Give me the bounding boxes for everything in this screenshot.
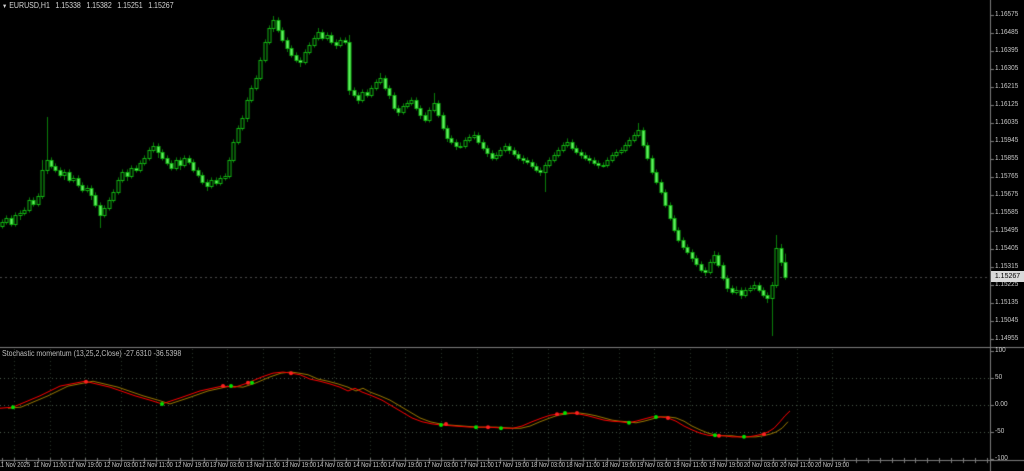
time-axis-label: 19 Nov 03:00 <box>637 462 672 469</box>
symbol-timeframe-label: EURUSD,H1 <box>9 1 50 10</box>
indicator-axis-label: 50 <box>995 374 1003 381</box>
price-axis-label: 1.15495 <box>995 227 1019 234</box>
time-axis-label: 11 Nov 19:00 <box>68 462 103 469</box>
indicator-axis-label: 0.00 <box>995 401 1008 408</box>
time-axis-label: 11 Nov 11:00 <box>32 462 67 469</box>
time-axis-label: 18 Nov 11:00 <box>566 462 601 469</box>
current-price-badge: 1.15267 <box>991 271 1024 282</box>
time-axis-label: 19 Nov 19:00 <box>708 462 743 469</box>
time-axis-label: 11 Nov 2025 <box>0 462 31 469</box>
time-axis-label: 12 Nov 03:00 <box>103 462 138 469</box>
time-axis-label: 14 Nov 03:00 <box>317 462 352 469</box>
time-axis-label: 17 Nov 03:00 <box>423 462 459 469</box>
indicator-axis-label: -100 <box>995 455 1008 462</box>
price-axis-label: 1.14955 <box>995 335 1019 342</box>
price-axis-label: 1.15855 <box>995 155 1019 162</box>
indicator-value-1: -27.6310 <box>123 349 152 358</box>
price-axis-label: 1.15675 <box>995 191 1019 198</box>
indicator-name-label: Stochastic momentum (13,25,2,Close) <box>2 349 122 358</box>
indicator-axis-label: -50 <box>995 428 1005 435</box>
time-axis-label: 13 Nov 11:00 <box>246 462 280 469</box>
chart-title: ▼ EURUSD,H1 1.15338 1.15382 1.15251 1.15… <box>2 1 174 10</box>
ohlc-low: 1.15251 <box>117 1 143 10</box>
mt4-chart-window: ▼ EURUSD,H1 1.15338 1.15382 1.15251 1.15… <box>0 0 1024 471</box>
price-axis-label: 1.16035 <box>995 119 1019 126</box>
price-axis-label: 1.16485 <box>995 29 1019 36</box>
time-axis-label: 20 Nov 11:00 <box>779 462 814 469</box>
time-axis-label: 13 Nov 03:00 <box>210 462 245 469</box>
time-axis-label: 20 Nov 19:00 <box>815 462 850 469</box>
price-axis-label: 1.16215 <box>995 83 1019 90</box>
price-axis-label: 1.16395 <box>995 47 1019 54</box>
price-axis-label: 1.15225 <box>995 281 1019 288</box>
time-axis-label: 18 Nov 19:00 <box>601 462 636 469</box>
indicator-value-2: -36.5398 <box>153 349 182 358</box>
price-axis-label: 1.16575 <box>995 11 1019 18</box>
price-axis-label: 1.15135 <box>995 299 1019 306</box>
time-axis-label: 19 Nov 11:00 <box>673 462 707 469</box>
time-axis-label: 12 Nov 11:00 <box>139 462 174 469</box>
price-axis-label: 1.15315 <box>995 263 1019 270</box>
candlestick-chart-canvas[interactable] <box>0 0 1024 471</box>
price-axis-label: 1.15585 <box>995 209 1019 216</box>
ohlc-open: 1.15338 <box>55 1 81 10</box>
time-axis-label: 18 Nov 03:00 <box>530 462 565 469</box>
time-axis-label: 14 Nov 19:00 <box>388 462 423 469</box>
price-axis-label: 1.15405 <box>995 245 1019 252</box>
indicator-axis-label: 100 <box>995 347 1006 354</box>
indicator-title: Stochastic momentum (13,25,2,Close) -27.… <box>2 349 181 358</box>
time-axis-label: 12 Nov 19:00 <box>174 462 209 469</box>
price-axis-label: 1.15765 <box>995 173 1019 180</box>
price-axis-label: 1.16305 <box>995 65 1019 72</box>
time-axis-label: 14 Nov 11:00 <box>352 462 387 469</box>
time-axis-label: 20 Nov 03:00 <box>744 462 779 469</box>
ohlc-close: 1.15267 <box>148 1 174 10</box>
time-axis-label: 17 Nov 11:00 <box>459 462 494 469</box>
price-axis-label: 1.16125 <box>995 101 1019 108</box>
time-axis-label: 17 Nov 19:00 <box>495 462 530 469</box>
symbol-menu-marker-icon[interactable]: ▼ <box>2 4 7 10</box>
time-axis-label: 13 Nov 19:00 <box>281 462 316 469</box>
price-axis-label: 1.15045 <box>995 317 1019 324</box>
price-axis-label: 1.15945 <box>995 137 1019 144</box>
ohlc-high: 1.15382 <box>86 1 112 10</box>
